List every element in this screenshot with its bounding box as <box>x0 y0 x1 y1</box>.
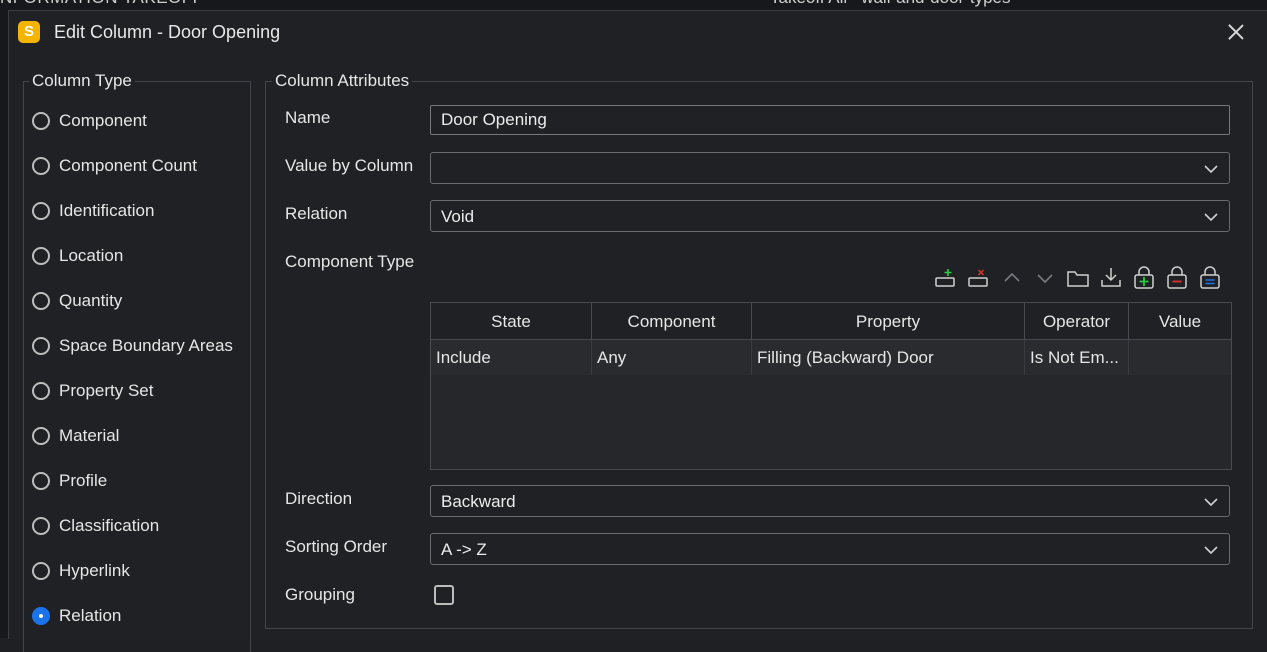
chevron-down-icon <box>1204 213 1218 222</box>
relation-label: Relation <box>285 204 348 223</box>
column-header-state[interactable]: State <box>431 303 592 340</box>
radio-button-icon[interactable] <box>32 382 50 400</box>
radio-label: Material <box>59 426 120 445</box>
radio-component[interactable]: Component <box>32 108 147 134</box>
table-cell-property[interactable]: Filling (Backward) Door <box>752 340 1025 375</box>
table-cell-component[interactable]: Any <box>592 340 752 375</box>
chevron-down-icon <box>1204 498 1218 507</box>
radio-material[interactable]: Material <box>32 423 119 449</box>
radio-label: Hyperlink <box>59 561 130 580</box>
dialog-title: Edit Column - Door Opening <box>54 22 281 42</box>
value-by-column-label: Value by Column <box>285 156 414 175</box>
sorting-order-label: Sorting Order <box>285 537 388 556</box>
background-left-strip <box>0 10 8 638</box>
import-icon[interactable] <box>1099 265 1123 291</box>
radio-location[interactable]: Location <box>32 243 123 269</box>
component-type-table: State Component Property Operator Value … <box>430 302 1232 470</box>
name-input[interactable] <box>430 105 1230 135</box>
radio-hyperlink[interactable]: Hyperlink <box>32 558 130 584</box>
relation-select[interactable]: Void <box>430 200 1230 232</box>
radio-button-selected-icon[interactable] <box>32 607 50 625</box>
radio-button-icon[interactable] <box>32 517 50 535</box>
column-type-title: Column Type <box>29 71 135 91</box>
table-cell-value[interactable] <box>1129 340 1231 375</box>
table-cell-state[interactable]: Include <box>431 340 592 375</box>
radio-label: Relation <box>59 606 122 625</box>
radio-label: Classification <box>59 516 160 535</box>
radio-label: Location <box>59 246 124 265</box>
radio-relation[interactable]: Relation <box>32 603 121 629</box>
column-attributes-title: Column Attributes <box>272 71 413 91</box>
name-label: Name <box>285 108 331 127</box>
radio-button-icon[interactable] <box>32 202 50 220</box>
direction-select[interactable]: Backward <box>430 485 1230 517</box>
remove-row-icon[interactable] <box>967 265 991 291</box>
edit-column-dialog: S Edit Column - Door Opening Column Type… <box>8 10 1267 652</box>
component-type-toolbar <box>934 265 1230 291</box>
radio-button-icon[interactable] <box>32 472 50 490</box>
column-header-component[interactable]: Component <box>592 303 752 340</box>
background-app-title: NFORMATION TAKEOFF <box>0 0 204 8</box>
radio-label: Component Count <box>59 156 197 175</box>
radio-button-icon[interactable] <box>32 112 50 130</box>
lock-equals-icon[interactable] <box>1198 265 1222 291</box>
radio-button-icon[interactable] <box>32 562 50 580</box>
column-type-group: Column Type Component Component Count Id… <box>23 71 251 652</box>
radio-label: Identification <box>59 201 155 220</box>
radio-label: Component <box>59 111 147 130</box>
value-by-column-select[interactable] <box>430 152 1230 184</box>
radio-label: Quantity <box>59 291 123 310</box>
radio-quantity[interactable]: Quantity <box>32 288 122 314</box>
app-logo-icon: S <box>18 21 40 43</box>
column-header-property[interactable]: Property <box>752 303 1025 340</box>
column-header-value[interactable]: Value <box>1129 303 1231 340</box>
radio-button-icon[interactable] <box>32 247 50 265</box>
close-icon[interactable] <box>1221 17 1251 47</box>
move-up-icon[interactable] <box>1000 265 1024 291</box>
remove-locked-icon[interactable] <box>1165 265 1189 291</box>
radio-property-set[interactable]: Property Set <box>32 378 154 404</box>
radio-button-icon[interactable] <box>32 157 50 175</box>
radio-label: Space Boundary Areas <box>59 336 233 355</box>
radio-classification[interactable]: Classification <box>32 513 159 539</box>
sorting-order-select[interactable]: A -> Z <box>430 533 1230 565</box>
direction-label: Direction <box>285 489 353 508</box>
open-folder-icon[interactable] <box>1066 265 1090 291</box>
radio-space-boundary-areas[interactable]: Space Boundary Areas <box>32 333 233 359</box>
add-locked-icon[interactable] <box>1132 265 1156 291</box>
grouping-checkbox[interactable] <box>434 585 454 605</box>
table-cell-operator[interactable]: Is Not Em... <box>1025 340 1129 375</box>
add-row-icon[interactable] <box>934 265 958 291</box>
chevron-down-icon <box>1204 546 1218 555</box>
component-type-label: Component Type <box>285 252 415 271</box>
direction-value: Backward <box>441 492 516 511</box>
background-app-header: NFORMATION TAKEOFF Takeoff All wall-and-… <box>0 0 1267 10</box>
relation-value: Void <box>441 207 475 226</box>
radio-component-count[interactable]: Component Count <box>32 153 197 179</box>
background-takeoff-button[interactable]: Takeoff All <box>770 0 847 8</box>
sorting-order-value: A -> Z <box>441 540 487 559</box>
radio-label: Property Set <box>59 381 154 400</box>
column-header-operator[interactable]: Operator <box>1025 303 1129 340</box>
radio-button-icon[interactable] <box>32 427 50 445</box>
chevron-down-icon <box>1204 165 1218 174</box>
radio-identification[interactable]: Identification <box>32 198 154 224</box>
radio-label: Profile <box>59 471 108 490</box>
background-toolbar: Takeoff All wall-and-door-types <box>770 0 1010 8</box>
dialog-titlebar: S Edit Column - Door Opening <box>9 11 1267 55</box>
radio-button-icon[interactable] <box>32 292 50 310</box>
radio-profile[interactable]: Profile <box>32 468 107 494</box>
background-type-select[interactable]: wall-and-door-types <box>861 0 1010 8</box>
grouping-label: Grouping <box>285 585 355 604</box>
radio-button-icon[interactable] <box>32 337 50 355</box>
column-attributes-group: Column Attributes Name Value by Column R… <box>265 71 1253 629</box>
move-down-icon[interactable] <box>1033 265 1057 291</box>
